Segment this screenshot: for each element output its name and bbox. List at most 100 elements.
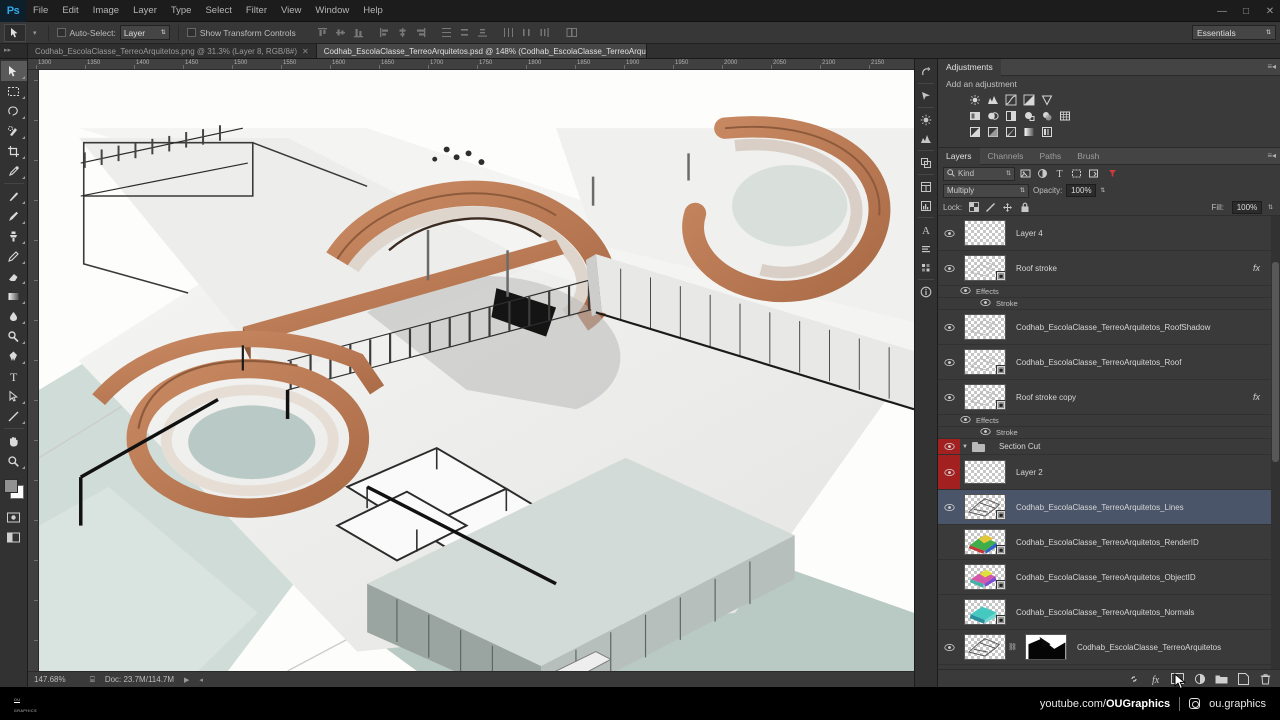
adjustments-icon[interactable] [915, 110, 937, 129]
paragraph-icon[interactable] [915, 239, 937, 258]
eye-icon[interactable] [938, 439, 960, 454]
quick-selection-icon[interactable] [1, 121, 27, 141]
color-swatches[interactable] [1, 477, 27, 501]
color-balance-icon[interactable] [986, 109, 1000, 122]
new-group-icon[interactable] [1215, 672, 1228, 685]
tab-brush[interactable]: Brush [1069, 148, 1107, 165]
move-tool-icon[interactable] [0, 61, 27, 81]
menu-image[interactable]: Image [86, 2, 126, 19]
layer-thumbnail[interactable] [964, 460, 1006, 484]
blend-mode-dropdown[interactable]: Multiply ⇅ [943, 183, 1029, 198]
hue-saturation-icon[interactable] [968, 109, 982, 122]
lock-all-icon[interactable] [1019, 202, 1030, 213]
black-white-icon[interactable] [1004, 109, 1018, 122]
auto-select-target-dropdown[interactable]: Layer ⇅ [119, 25, 170, 40]
layer-filter-kind-dropdown[interactable]: Kind ⇅ [943, 166, 1015, 181]
dodge-tool-icon[interactable] [1, 326, 27, 346]
move-tool-icon[interactable] [4, 23, 26, 42]
lasso-tool-icon[interactable] [1, 101, 27, 121]
layer-row[interactable]: ▣ Codhab_EscolaClasse_TerreoArquitetos_Li… [938, 490, 1280, 525]
layer-row[interactable]: ⛓ Codhab_EscolaClasse_TerreoArquitetos [938, 630, 1280, 665]
add-layer-mask-icon[interactable] [1171, 672, 1184, 685]
eye-icon[interactable] [938, 630, 960, 664]
document-tab-1[interactable]: Codhab_EscolaClasse_TerreoArquitetos.png… [28, 44, 317, 58]
menu-select[interactable]: Select [198, 2, 238, 19]
delete-layer-icon[interactable] [1259, 672, 1272, 685]
align-bottom-edges-icon[interactable] [350, 24, 367, 41]
layer-thumbnail[interactable]: ▣ [964, 529, 1006, 555]
layer-row[interactable]: ▣ Roof stroke fx [938, 251, 1280, 286]
layer-row[interactable]: ▣ Codhab_EscolaClasse_TerreoArquitetos_Re… [938, 525, 1280, 560]
layer-row[interactable]: ▣ Codhab_EscolaClasse_TerreoArquitetos_Ob… [938, 560, 1280, 595]
brush-tool-icon[interactable] [1, 206, 27, 226]
spot-healing-brush-icon[interactable] [1, 186, 27, 206]
link-icon[interactable]: ⛓ [1008, 643, 1017, 651]
character-icon[interactable]: A [915, 220, 937, 239]
new-layer-icon[interactable] [1237, 672, 1250, 685]
invert-icon[interactable] [968, 125, 982, 138]
menu-help[interactable]: Help [356, 2, 390, 19]
align-vertical-centers-icon[interactable] [332, 24, 349, 41]
history-brush-icon[interactable] [1, 246, 27, 266]
workspace-selector[interactable]: Essentials ⇅ [1192, 25, 1276, 40]
distribute-top-icon[interactable] [438, 24, 455, 41]
eye-icon[interactable] [938, 310, 960, 344]
eyedropper-icon[interactable] [1, 161, 27, 181]
eye-icon[interactable] [960, 286, 976, 297]
properties-icon[interactable] [915, 177, 937, 196]
styles-icon[interactable] [915, 258, 937, 277]
navigator-icon[interactable] [915, 86, 937, 105]
distribute-bottom-icon[interactable] [474, 24, 491, 41]
rectangular-marquee-icon[interactable] [1, 81, 27, 101]
auto-select-checkbox[interactable] [56, 28, 66, 37]
eye-icon[interactable] [980, 298, 996, 309]
youtube-link[interactable]: youtube.com/OUGraphics [1040, 698, 1170, 710]
quick-mask-icon[interactable] [1, 507, 27, 527]
hand-tool-icon[interactable] [1, 431, 27, 451]
close-button[interactable]: ✕ [1264, 6, 1276, 17]
eye-icon[interactable] [938, 345, 960, 379]
eye-icon[interactable] [938, 560, 960, 594]
gradient-map-icon[interactable] [1022, 125, 1036, 138]
layer-effects-badge-icon[interactable]: fx [1253, 392, 1266, 402]
menu-edit[interactable]: Edit [55, 2, 85, 19]
type-tool-icon[interactable]: T [1, 366, 27, 386]
zoom-level[interactable]: 147.68% [34, 675, 80, 684]
lock-transparent-pixels-icon[interactable] [968, 202, 979, 213]
filter-type-icon[interactable]: T [1052, 167, 1066, 181]
eraser-tool-icon[interactable] [1, 266, 27, 286]
align-top-edges-icon[interactable] [314, 24, 331, 41]
align-horizontal-centers-icon[interactable] [394, 24, 411, 41]
foreground-color-swatch[interactable] [3, 479, 18, 493]
eye-icon[interactable] [938, 380, 960, 414]
clone-stamp-icon[interactable] [1, 226, 27, 246]
vibrance-icon[interactable] [1040, 93, 1054, 106]
menu-file[interactable]: File [26, 2, 55, 19]
eye-icon[interactable] [938, 455, 960, 489]
levels-icon[interactable] [986, 93, 1000, 106]
toggle-filters-icon[interactable] [1105, 167, 1119, 181]
layer-thumbnail[interactable] [964, 634, 1006, 660]
distribute-right-icon[interactable] [536, 24, 553, 41]
curves-icon[interactable] [1004, 93, 1018, 106]
horizontal-ruler[interactable]: 1300 1350 1400 1450 1500 1550 1600 1650 1700 1750… [28, 59, 914, 70]
distribute-vertical-center-icon[interactable] [456, 24, 473, 41]
add-layer-style-icon[interactable]: fx [1149, 672, 1162, 685]
panel-menu-icon[interactable]: ≡◂ [1267, 151, 1276, 160]
gradient-tool-icon[interactable] [1, 286, 27, 306]
fill-scrubber-chevron-down-icon[interactable]: ⇅ [1268, 204, 1275, 211]
brightness-contrast-icon[interactable] [968, 93, 982, 106]
show-transform-checkbox[interactable] [186, 28, 196, 37]
blur-tool-icon[interactable] [1, 306, 27, 326]
line-shape-icon[interactable] [1, 406, 27, 426]
layer-thumbnail[interactable]: ▣ [964, 494, 1006, 520]
info-icon[interactable] [915, 282, 937, 301]
layer-effects-row[interactable]: Effects [938, 415, 1280, 427]
layer-effects-badge-icon[interactable]: fx [1253, 263, 1266, 273]
channel-mixer-icon[interactable] [1040, 109, 1054, 122]
layer-thumbnail[interactable] [964, 220, 1006, 246]
document-size-label[interactable]: Doc: 23.7M/114.7M [105, 675, 174, 684]
path-selection-icon[interactable] [1, 386, 27, 406]
posterize-icon[interactable] [986, 125, 1000, 138]
close-icon[interactable]: ✕ [302, 47, 309, 56]
